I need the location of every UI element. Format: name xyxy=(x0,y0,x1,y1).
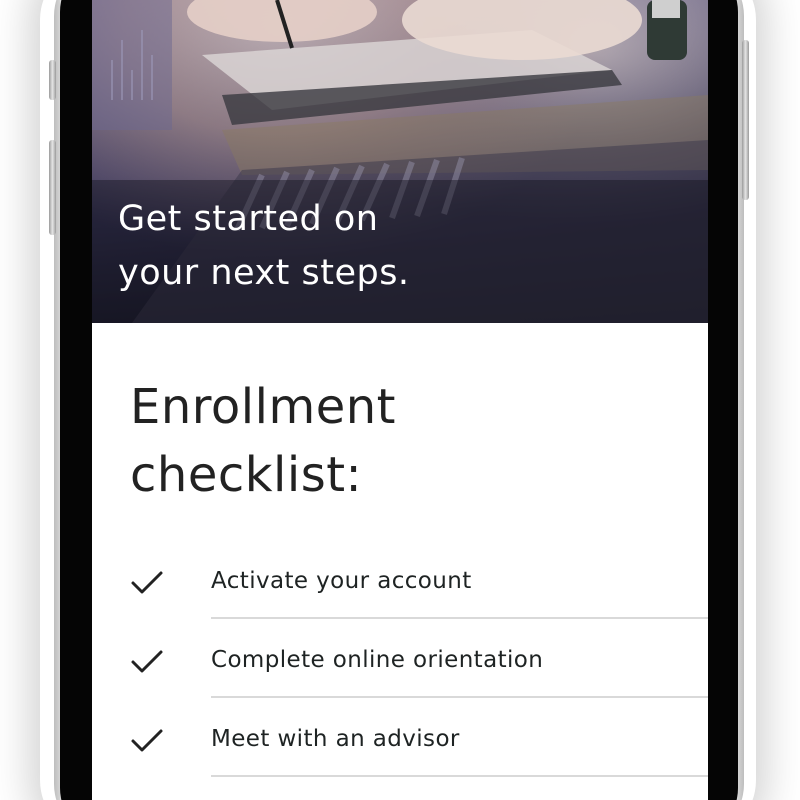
volume-button xyxy=(49,140,56,235)
checkmark-icon xyxy=(131,571,163,594)
checklist-item-online-orientation[interactable]: Complete online orientation xyxy=(130,636,708,715)
divider xyxy=(211,617,708,619)
checklist-item-activate-account[interactable]: Activate your account xyxy=(130,557,708,636)
checkmark-icon xyxy=(131,729,163,752)
checklist: Activate your account Complete online or… xyxy=(130,557,708,794)
divider xyxy=(211,696,708,698)
checkmark-icon xyxy=(131,650,163,673)
phone-screen: Get started on your next steps. Enrollme… xyxy=(92,0,708,800)
checklist-item-label: Meet with an advisor xyxy=(211,726,460,752)
power-button xyxy=(742,40,749,200)
stage: Get started on your next steps. Enrollme… xyxy=(0,0,800,800)
hero-title: Get started on your next steps. xyxy=(118,199,410,293)
mute-switch xyxy=(49,60,56,100)
checklist-item-label: Activate your account xyxy=(211,568,472,594)
checklist-section: Enrollment checklist: Activate your acco… xyxy=(92,323,708,794)
checklist-title: Enrollment checklist: xyxy=(130,379,396,503)
hero-banner: Get started on your next steps. xyxy=(92,0,708,323)
checklist-item-label: Complete online orientation xyxy=(211,647,544,673)
checklist-item-meet-advisor[interactable]: Meet with an advisor xyxy=(130,715,708,794)
divider xyxy=(211,775,708,777)
